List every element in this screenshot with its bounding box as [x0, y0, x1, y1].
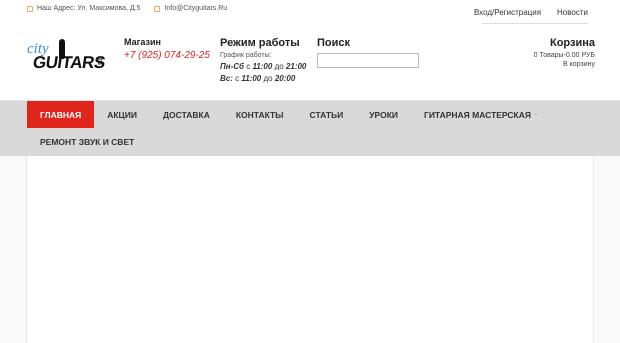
- nav-item-home[interactable]: ГЛАВНАЯ: [27, 101, 95, 128]
- logo-guitars-text: GUITARS: [31, 53, 107, 72]
- hours-subtitle: График работы:: [220, 52, 272, 59]
- main-nav: ГЛАВНАЯ АКЦИИ ДОСТАВКА КОНТАКТЫ СТАТЬИ У…: [0, 101, 620, 156]
- location-icon: [27, 5, 33, 12]
- nav-item-promotions[interactable]: АКЦИИ: [94, 101, 150, 128]
- logo-ru-text: .ru: [96, 56, 103, 65]
- nav-item-delivery[interactable]: ДОСТАВКА: [150, 101, 223, 128]
- top-links: Вход/Регистрация Новости: [474, 8, 588, 17]
- address-item: Наш Адрес: Ул. Максимова, Д.5: [27, 5, 140, 12]
- login-link[interactable]: Вход/Регистрация: [474, 8, 541, 17]
- hours-sunday: Вс: с 11:00 до 20:00: [220, 74, 296, 83]
- nav-row-2: РЕМОНТ ЗВУК И СВЕТ: [27, 128, 147, 155]
- search-label: Поиск: [317, 37, 351, 49]
- cart-summary: 0 Товары-0.00 РУБ: [533, 52, 595, 59]
- shop-phone[interactable]: +7 (925) 074-29-25: [124, 50, 210, 61]
- site-header: city GUITARS .ru Магазин +7 (925) 074-29…: [0, 30, 620, 101]
- mail-icon: [154, 5, 161, 12]
- shop-label: Магазин: [124, 37, 161, 47]
- news-link[interactable]: Новости: [557, 8, 588, 17]
- contact-info: Наш Адрес: Ул. Максимова, Д.5 Info@Cityg…: [27, 5, 227, 12]
- nav-item-repair-sound-light[interactable]: РЕМОНТ ЗВУК И СВЕТ: [27, 128, 147, 155]
- main-content: [26, 156, 594, 343]
- email-link[interactable]: Info@Cityguitars.Ru: [164, 5, 227, 12]
- page: Наш Адрес: Ул. Максимова, Д.5 Info@Cityg…: [0, 0, 620, 343]
- shop-contact: Магазин +7 (925) 074-29-25: [124, 37, 210, 61]
- chevron-down-icon: ▫: [534, 111, 538, 118]
- top-links-divider: [482, 23, 588, 24]
- email-item[interactable]: Info@Cityguitars.Ru: [154, 5, 227, 12]
- cart-link[interactable]: В корзину: [534, 61, 595, 68]
- hours-weekdays: Пн-Сб с 11:00 до 21:00: [220, 62, 307, 71]
- search-input[interactable]: [317, 53, 419, 68]
- nav-item-guitar-workshop[interactable]: ГИТАРНАЯ МАСТЕРСКАЯ ▫: [411, 101, 550, 128]
- nav-item-lessons[interactable]: УРОКИ: [356, 101, 411, 128]
- nav-item-contacts[interactable]: КОНТАКТЫ: [223, 101, 297, 128]
- nav-item-guitar-workshop-label: ГИТАРНАЯ МАСТЕРСКАЯ: [424, 109, 531, 120]
- hours-label: Режим работы: [220, 37, 300, 49]
- cart-label: Корзина: [550, 37, 595, 49]
- working-hours: Режим работы График работы: Пн-Сб с 11:0…: [220, 37, 306, 83]
- address-text: Наш Адрес: Ул. Максимова, Д.5: [37, 5, 141, 12]
- nav-item-articles[interactable]: СТАТЬИ: [297, 101, 357, 128]
- site-logo[interactable]: city GUITARS .ru: [27, 39, 109, 77]
- top-info-bar: Наш Адрес: Ул. Максимова, Д.5 Info@Cityg…: [0, 0, 620, 30]
- cart-block: Корзина 0 Товары-0.00 РУБ В корзину: [534, 37, 595, 68]
- nav-row-1: ГЛАВНАЯ АКЦИИ ДОСТАВКА КОНТАКТЫ СТАТЬИ У…: [27, 101, 550, 128]
- search-block: Поиск: [317, 37, 419, 68]
